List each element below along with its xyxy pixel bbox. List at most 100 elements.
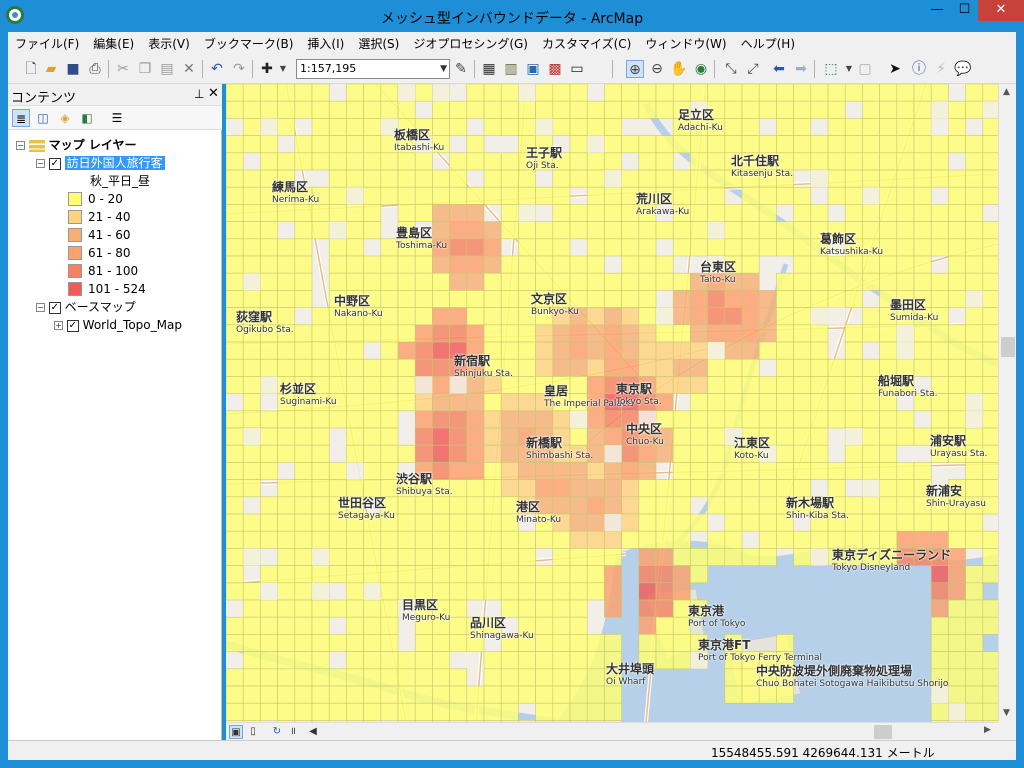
list-by-source-icon[interactable]: ◫ bbox=[34, 109, 52, 127]
maximize-button[interactable]: ☐ bbox=[951, 0, 978, 21]
mesh-cell bbox=[741, 272, 760, 291]
previous-extent-icon[interactable]: ⬅ bbox=[770, 60, 788, 78]
menu-view[interactable]: 表示(V) bbox=[141, 35, 197, 52]
list-by-visibility-icon[interactable]: ◈ bbox=[56, 109, 74, 127]
layer-row-topo[interactable]: + ✓ World_Topo_Map bbox=[54, 316, 182, 334]
scroll-right-icon[interactable]: ▶ bbox=[984, 725, 991, 735]
group-name[interactable]: ベースマップ bbox=[65, 300, 136, 314]
menu-edit[interactable]: 編集(E) bbox=[86, 35, 141, 52]
expand-icon[interactable]: + bbox=[54, 321, 63, 330]
layer-row-inbound[interactable]: − ✓ 訪日外国人旅行客 bbox=[36, 154, 165, 172]
menu-geoprocessing[interactable]: ジオプロセシング(G) bbox=[406, 35, 535, 52]
copy-icon[interactable]: ❐ bbox=[136, 60, 154, 78]
scroll-up-icon[interactable]: ▲ bbox=[1003, 87, 1010, 97]
legend-swatch[interactable] bbox=[68, 228, 82, 242]
mesh-cell bbox=[655, 651, 674, 670]
horizontal-scroll-thumb[interactable] bbox=[874, 725, 892, 739]
pause-drawing-icon[interactable]: ॥ bbox=[286, 725, 300, 739]
add-data-dropdown-icon[interactable]: ▼ bbox=[274, 60, 292, 78]
group-visibility-checkbox[interactable]: ✓ bbox=[48, 301, 61, 314]
collapse-icon[interactable]: − bbox=[36, 303, 45, 312]
zoom-out-icon[interactable]: ⊖ bbox=[648, 60, 666, 78]
layer-visibility-checkbox[interactable]: ✓ bbox=[66, 319, 79, 332]
editor-toolbar-icon[interactable]: ✎ bbox=[452, 60, 470, 78]
group-row-basemap[interactable]: − ✓ ベースマップ bbox=[36, 298, 136, 316]
menu-file[interactable]: ファイル(F) bbox=[8, 35, 86, 52]
menu-window[interactable]: ウィンドウ(W) bbox=[638, 35, 733, 52]
mesh-cell bbox=[638, 255, 657, 274]
legend-swatch[interactable] bbox=[68, 192, 82, 206]
menu-insert[interactable]: 挿入(I) bbox=[300, 35, 351, 52]
identify-icon[interactable]: ⓘ bbox=[910, 60, 928, 78]
menu-help[interactable]: ヘルプ(H) bbox=[734, 35, 802, 52]
scroll-left-icon[interactable]: ◀ bbox=[306, 725, 320, 739]
chevron-down-icon[interactable]: ▼ bbox=[440, 60, 447, 78]
list-by-selection-icon[interactable]: ◧ bbox=[78, 109, 96, 127]
fixed-zoom-out-icon[interactable]: ⤢ bbox=[744, 60, 762, 78]
collapse-icon[interactable]: − bbox=[36, 159, 45, 168]
select-elements-icon[interactable]: ➤ bbox=[886, 60, 904, 78]
collapse-icon[interactable]: − bbox=[16, 141, 25, 150]
python-window-icon[interactable]: ▭ bbox=[568, 60, 586, 78]
menu-customize[interactable]: カスタマイズ(C) bbox=[535, 35, 638, 52]
zoom-in-icon[interactable]: ⊕ bbox=[626, 60, 644, 78]
options-icon[interactable]: ☰ bbox=[108, 109, 126, 127]
next-extent-icon[interactable]: ➡ bbox=[792, 60, 810, 78]
map-scale-combobox[interactable]: 1:157,195 ▼ bbox=[296, 59, 450, 79]
redo-icon[interactable]: ↷ bbox=[230, 60, 248, 78]
close-icon[interactable]: ✕ bbox=[208, 86, 219, 101]
mesh-cell bbox=[346, 272, 364, 291]
legend-swatch[interactable] bbox=[68, 264, 82, 278]
html-popup-icon[interactable]: 💬 bbox=[954, 60, 972, 78]
arctoolbox-icon[interactable]: ▩ bbox=[546, 60, 564, 78]
clear-selection-icon[interactable]: ▢ bbox=[856, 60, 874, 78]
layout-view-icon[interactable]: ▯ bbox=[246, 725, 260, 739]
list-by-drawing-order-icon[interactable]: ≣ bbox=[12, 109, 30, 127]
menu-bookmarks[interactable]: ブックマーク(B) bbox=[197, 35, 301, 52]
table-of-contents-icon[interactable]: ▦ bbox=[480, 60, 498, 78]
undo-icon[interactable]: ↶ bbox=[208, 60, 226, 78]
catalog-icon[interactable]: ▥ bbox=[502, 60, 520, 78]
paste-icon[interactable]: ▤ bbox=[158, 60, 176, 78]
cut-icon[interactable]: ✂ bbox=[114, 60, 132, 78]
map-place-name: 新宿駅 bbox=[454, 354, 491, 368]
delete-icon[interactable]: ✕ bbox=[180, 60, 198, 78]
layer-visibility-checkbox[interactable]: ✓ bbox=[48, 157, 61, 170]
mesh-cell bbox=[226, 427, 244, 446]
layer-name[interactable]: 訪日外国人旅行客 bbox=[64, 156, 165, 170]
mesh-cell bbox=[862, 84, 880, 102]
search-window-icon[interactable]: ▣ bbox=[524, 60, 542, 78]
map-place-name: 墨田区 bbox=[890, 298, 927, 312]
pan-icon[interactable]: ✋ bbox=[670, 60, 688, 78]
scroll-corner bbox=[998, 722, 1016, 740]
mesh-cell bbox=[311, 427, 330, 446]
mesh-cell bbox=[672, 462, 691, 480]
open-folder-icon[interactable]: ▰ bbox=[42, 60, 60, 78]
hyperlink-icon[interactable]: ⚡ bbox=[932, 60, 950, 78]
map-display[interactable]: 足立区 Adachi-Ku 北千住駅 Kitasenju Sta. 板橋区 Itabash… bbox=[226, 84, 998, 722]
menu-selection[interactable]: 選択(S) bbox=[351, 35, 406, 52]
mesh-cell bbox=[483, 307, 502, 326]
close-button[interactable]: ✕ bbox=[978, 0, 1024, 21]
mesh-cell bbox=[363, 702, 382, 721]
full-extent-icon[interactable]: ◉ bbox=[692, 60, 710, 78]
minimize-button[interactable]: — bbox=[923, 0, 951, 21]
vertical-scroll-thumb[interactable] bbox=[1001, 337, 1015, 357]
vertical-scrollbar[interactable]: ▲ ▼ bbox=[998, 84, 1016, 722]
print-icon[interactable]: ⎙ bbox=[86, 60, 104, 78]
legend-swatch[interactable] bbox=[68, 210, 82, 224]
data-view-icon[interactable]: ▣ bbox=[229, 725, 243, 739]
fixed-zoom-in-icon[interactable]: ⤡ bbox=[722, 60, 740, 78]
legend-swatch[interactable] bbox=[68, 246, 82, 260]
legend-swatch[interactable] bbox=[68, 282, 82, 296]
pin-icon[interactable]: ⊥ bbox=[194, 87, 204, 101]
select-features-icon[interactable]: ⬚ bbox=[822, 60, 840, 78]
layer-name[interactable]: World_Topo_Map bbox=[83, 318, 182, 332]
scroll-down-icon[interactable]: ▼ bbox=[1003, 708, 1010, 718]
refresh-icon[interactable]: ↻ bbox=[270, 725, 284, 739]
mesh-cell bbox=[311, 479, 330, 498]
new-document-icon[interactable]: 🗋 bbox=[22, 60, 40, 78]
tree-root-row[interactable]: − マップ レイヤー bbox=[16, 136, 136, 154]
save-icon[interactable]: ■ bbox=[64, 60, 82, 78]
mesh-cell bbox=[758, 238, 777, 257]
